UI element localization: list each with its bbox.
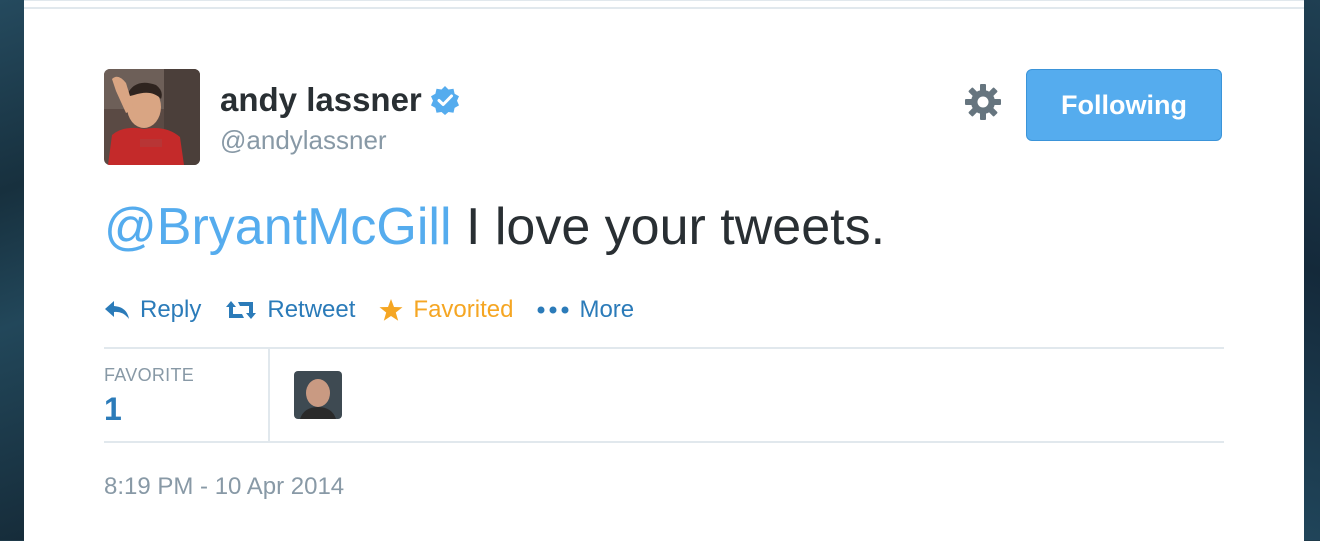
card-top-divider [24,7,1304,9]
more-dots-icon [537,306,569,314]
favorite-button[interactable]: Favorited [379,296,513,324]
favoriter-avatar[interactable] [294,371,342,419]
stats-top-divider [104,347,1224,349]
retweet-button[interactable]: Retweet [225,296,355,324]
tweet-body-text: I love your tweets. [451,198,886,256]
tweet-text: @BryantMcGill I love your tweets. [104,197,885,257]
tweet-actions: Reply Retweet Favorited More [104,293,658,327]
reply-button[interactable]: Reply [104,296,201,324]
tweet-card: andy lassner @andylassner Following @Bry… [24,0,1304,541]
tweet-mention-link[interactable]: @BryantMcGill [104,198,452,256]
favorite-label: Favorited [413,296,514,323]
author-name-row: andy lassner [220,81,460,119]
favoriter-avatar-image [294,371,342,419]
page-background-left [0,0,24,540]
more-label: More [579,296,635,323]
reply-label: Reply [140,296,202,323]
favorite-stat-count[interactable]: 1 [104,391,122,428]
star-icon [379,299,403,321]
stats-separator [268,349,270,441]
gear-icon[interactable] [964,83,1002,121]
stats-bottom-divider [104,441,1224,443]
author-name[interactable]: andy lassner [220,81,422,119]
following-button[interactable]: Following [1026,69,1222,141]
author-avatar[interactable] [104,69,200,165]
retweet-label: Retweet [267,296,356,323]
more-button[interactable]: More [537,296,634,324]
favorite-stat-label: FAVORITE [104,365,195,385]
verified-badge-icon [430,86,459,115]
author-handle[interactable]: @andylassner [220,125,387,156]
reply-icon [105,301,129,319]
page-background-right [1304,0,1320,540]
author-avatar-image [104,69,200,165]
retweet-icon [226,301,257,319]
tweet-timestamp[interactable]: 8:19 PM - 10 Apr 2014 [104,473,344,501]
